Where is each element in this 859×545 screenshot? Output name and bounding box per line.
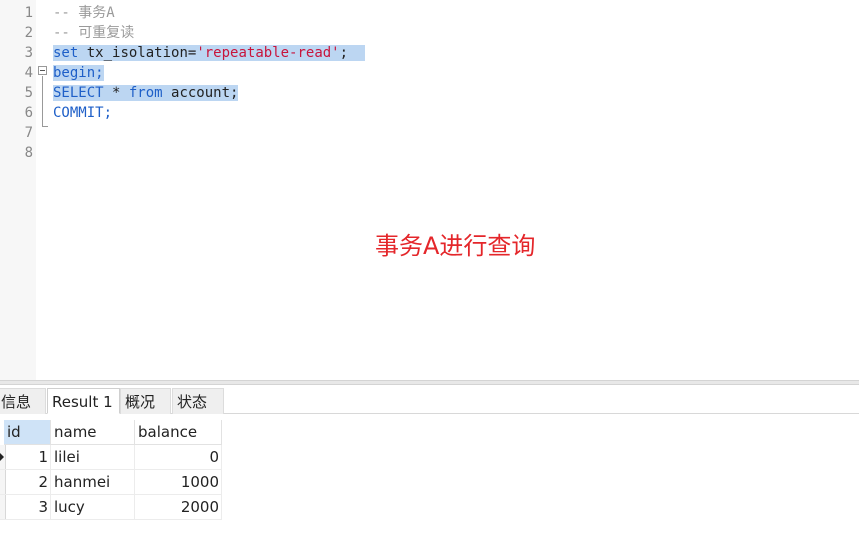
column-header-name[interactable]: name — [51, 420, 135, 445]
line-number: 8 — [24, 145, 33, 161]
result-tab-bar: 信息 Result 1 概况 状态 — [0, 385, 859, 414]
line-number: 4 — [24, 65, 33, 81]
code-text: tx_isolation= — [78, 45, 197, 61]
tab-status[interactable]: 状态 — [172, 388, 224, 414]
code-text: ; — [339, 45, 349, 61]
cell-balance[interactable]: 2000 — [135, 495, 222, 520]
line-number: 2 — [24, 25, 33, 41]
grid-line — [0, 519, 222, 520]
cell-balance[interactable]: 0 — [135, 445, 222, 470]
cell-balance[interactable]: 1000 — [135, 470, 222, 495]
line-number: 1 — [24, 5, 33, 21]
column-header-id[interactable]: id — [4, 420, 51, 445]
tab-result-1[interactable]: Result 1 — [47, 388, 120, 414]
code-line-commit[interactable]: COMMIT; — [53, 103, 112, 123]
grid-line — [50, 445, 51, 520]
code-line-begin[interactable]: begin; — [53, 63, 104, 83]
tab-overview[interactable]: 概况 — [120, 388, 171, 414]
line-number: 5 — [24, 85, 33, 101]
code-line-comment[interactable]: -- 事务A — [53, 3, 115, 23]
code-text: * — [103, 85, 129, 101]
code-line-set-isolation[interactable]: set tx_isolation='repeatable-read'; — [53, 43, 365, 63]
keyword: SELECT — [53, 85, 104, 101]
grid-line — [0, 494, 222, 495]
line-number-gutter: 1 2 3 4 5 6 7 8 — [0, 0, 36, 382]
grid-line — [134, 445, 135, 520]
cell-id[interactable]: 1 — [4, 445, 51, 470]
grid-line — [0, 469, 222, 470]
keyword: from — [128, 85, 163, 101]
fold-toggle-icon[interactable] — [38, 66, 47, 75]
code-line-select[interactable]: SELECT * from account; — [53, 83, 239, 103]
annotation-text: 事务A进行查询 — [375, 232, 536, 260]
fold-guide — [42, 76, 43, 126]
grid-line — [221, 445, 222, 520]
column-header-balance[interactable]: balance — [135, 420, 222, 445]
sql-editor[interactable]: 1 2 3 4 5 6 7 8 -- 事务A -- 可重复读 set tx_is… — [0, 0, 859, 382]
cell-name[interactable]: hanmei — [51, 470, 135, 495]
cell-name[interactable]: lilei — [51, 445, 135, 470]
keyword: begin; — [53, 65, 104, 81]
string-literal: 'repeatable-read' — [196, 45, 340, 61]
line-number: 6 — [24, 105, 33, 121]
fold-guide-end — [42, 126, 48, 127]
code-text: account; — [162, 85, 239, 101]
cell-id[interactable]: 2 — [4, 470, 51, 495]
cell-id[interactable]: 3 — [4, 495, 51, 520]
line-number: 7 — [24, 125, 33, 141]
tab-info[interactable]: 信息 — [0, 388, 46, 414]
line-number: 3 — [24, 45, 33, 61]
keyword: set — [53, 45, 79, 61]
cell-name[interactable]: lucy — [51, 495, 135, 520]
code-line-comment[interactable]: -- 可重复读 — [53, 23, 134, 43]
